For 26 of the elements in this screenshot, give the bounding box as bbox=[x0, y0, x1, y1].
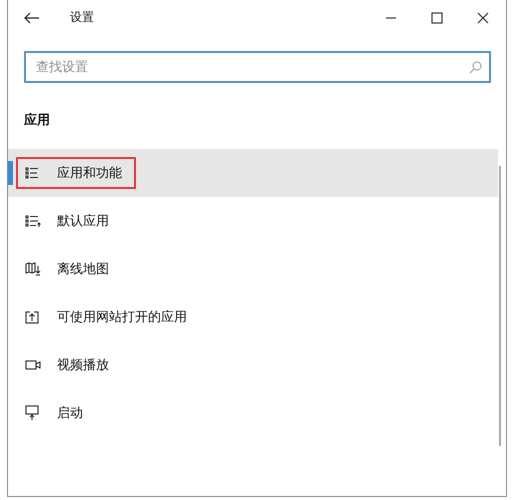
nav-label: 可使用网站打开的应用 bbox=[57, 309, 187, 326]
minimize-icon bbox=[386, 16, 396, 18]
map-download-icon bbox=[25, 262, 41, 276]
close-icon bbox=[477, 12, 489, 24]
window-title: 设置 bbox=[70, 9, 94, 26]
nav-item[interactable]: 启动 bbox=[8, 389, 506, 437]
nav-label: 默认应用 bbox=[57, 213, 109, 230]
nav-item[interactable]: 视频播放 bbox=[8, 341, 506, 389]
nav-label: 应用和功能 bbox=[57, 165, 122, 182]
video-camera-icon bbox=[25, 359, 41, 371]
nav-item[interactable]: 应用和功能 bbox=[8, 149, 498, 197]
nav-item[interactable]: 可使用网站打开的应用 bbox=[8, 293, 506, 341]
back-arrow-icon bbox=[24, 12, 40, 24]
nav-item[interactable]: 默认应用 bbox=[8, 197, 506, 245]
window-arrow-icon bbox=[25, 310, 39, 324]
section-heading: 应用 bbox=[22, 112, 51, 124]
search-icon bbox=[469, 61, 482, 74]
monitor-arrow-icon bbox=[25, 405, 39, 421]
search-field[interactable]: 查找设置 bbox=[24, 51, 491, 83]
list-icon bbox=[25, 166, 39, 180]
nav-label: 视频播放 bbox=[57, 357, 109, 374]
nav-label: 启动 bbox=[57, 405, 83, 422]
nav-label: 离线地图 bbox=[57, 261, 109, 278]
list-arrow-icon bbox=[25, 214, 41, 228]
maximize-icon bbox=[431, 12, 443, 24]
nav-item[interactable]: 离线地图 bbox=[8, 245, 506, 293]
